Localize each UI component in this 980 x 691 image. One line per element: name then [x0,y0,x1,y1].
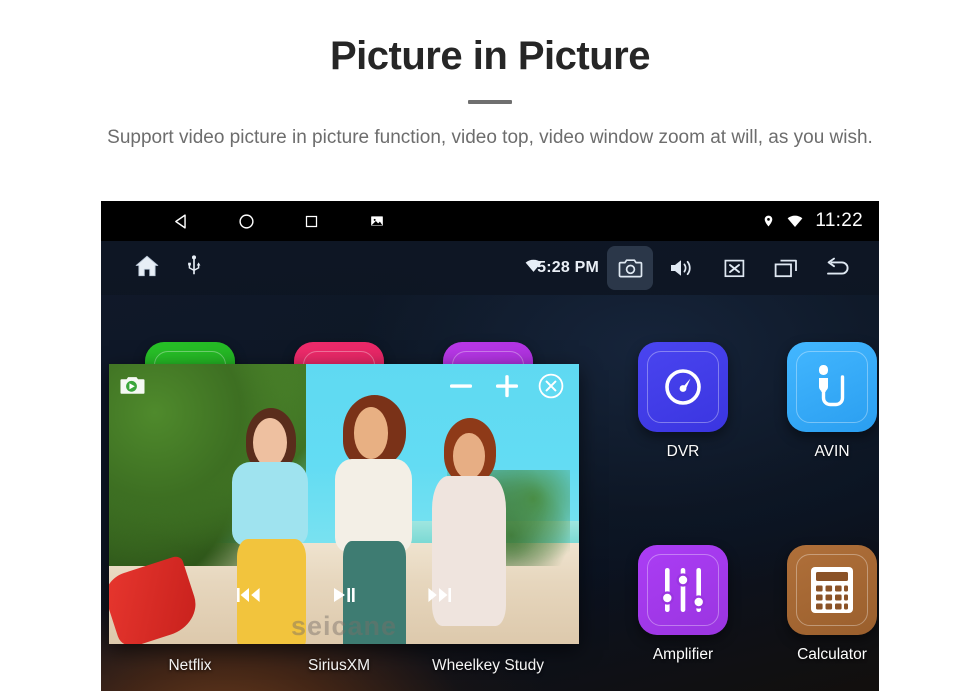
app-label: DVR [666,443,700,460]
page-root: Picture in Picture Support video picture… [0,0,980,691]
home-icon[interactable] [133,253,161,284]
close-button[interactable] [711,246,757,290]
app-toolbar: 5:28 PM [101,241,879,295]
next-track-button[interactable] [426,585,452,610]
previous-track-button[interactable] [236,585,262,610]
app-icon-dvr[interactable]: DVR [627,342,739,461]
gauge-icon [638,342,728,432]
app-label: SiriusXM [307,657,371,674]
av-plug-icon [787,342,877,432]
zoom-in-button[interactable] [491,370,523,402]
camera-button[interactable] [607,246,653,290]
android-status-bar: 11:22 [101,201,879,241]
pip-transport-controls [109,585,579,610]
recents-icon[interactable] [279,201,344,241]
app-label: Netflix [168,657,212,674]
app-label: AVIN [814,443,850,460]
system-nav-buttons [149,201,409,241]
zoom-out-button[interactable] [445,370,477,402]
pip-window-controls [445,370,565,402]
multiwindow-button[interactable] [763,246,809,290]
page-title: Picture in Picture [330,34,650,78]
home-icon[interactable] [214,201,279,241]
pip-video-window[interactable]: seicane [109,364,579,644]
location-pin-icon [765,215,773,227]
toolbar-clock: 5:28 PM [537,259,599,276]
video-camera-icon[interactable] [120,374,150,402]
volume-button[interactable] [659,246,705,290]
app-label: Wheelkey Study [432,657,544,674]
status-clock: 11:22 [815,210,863,231]
wifi-icon [788,215,803,227]
calculator-icon [787,545,877,635]
equalizer-icon [638,545,728,635]
page-subtitle: Support video picture in picture functio… [107,127,873,148]
status-indicators: 11:22 [762,210,863,232]
back-button[interactable] [815,246,861,290]
play-pause-button[interactable] [332,585,356,610]
app-icon-avin[interactable]: AVIN [776,342,879,461]
close-pip-button[interactable] [537,372,565,400]
toolbar-right-group: 5:28 PM [524,246,861,290]
hidden-app-labels: Netflix SiriusXM Wheelkey Study [101,639,879,691]
toolbar-left-group [133,253,201,284]
video-watermark: seicane [290,611,398,641]
usb-icon[interactable] [187,254,201,282]
screenshot-icon[interactable] [344,201,409,241]
back-icon[interactable] [149,201,214,241]
hero-section: Picture in Picture Support video picture… [0,0,980,153]
device-screen: DVR AVIN Amplifier Calculator Netflix Sirius… [101,201,879,691]
title-divider [468,100,512,104]
